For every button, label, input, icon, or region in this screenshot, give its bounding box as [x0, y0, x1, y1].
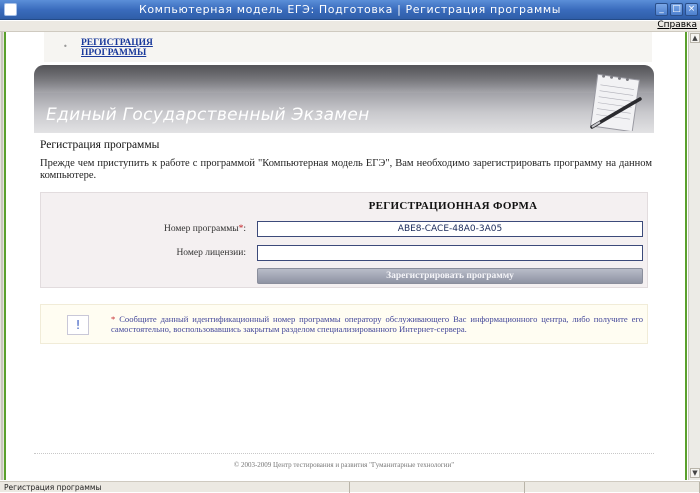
- status-cell-main: Регистрация программы: [0, 482, 350, 493]
- header-banner: Единый Государственный Экзамен: [34, 65, 654, 133]
- page-content: • РЕГИСТРАЦИЯ ПРОГРАММЫ Единый Государст…: [8, 32, 685, 480]
- form-title: РЕГИСТРАЦИОННАЯ ФОРМА: [368, 200, 538, 212]
- notepad-pen-icon: [590, 73, 642, 131]
- footer-divider: [34, 453, 654, 454]
- status-cell-3: [525, 482, 700, 493]
- menu-item-help[interactable]: Справка: [657, 20, 697, 30]
- app-window: Компьютерная модель ЕГЭ: Подготовка | Ре…: [0, 0, 700, 493]
- scroll-up-icon[interactable]: ▲: [690, 33, 700, 43]
- program-number-label: Номер программы*:: [41, 224, 246, 234]
- banner-gloss: [34, 65, 654, 93]
- footer-copyright: © 2003-2009 Центр тестирования и развити…: [233, 461, 455, 469]
- scroll-down-icon[interactable]: ▼: [690, 468, 700, 478]
- bullet-icon: •: [63, 42, 68, 51]
- note-star: *: [111, 314, 116, 324]
- close-button[interactable]: ×: [685, 3, 698, 16]
- license-number-label: Номер лицензии:: [176, 248, 246, 258]
- exclamation-icon: !: [67, 315, 89, 335]
- minimize-button[interactable]: _: [655, 3, 668, 16]
- window-title: Компьютерная модель ЕГЭ: Подготовка | Ре…: [138, 3, 562, 16]
- maximize-button[interactable]: □: [670, 3, 683, 16]
- intro-text: Прежде чем приступить к работе с програм…: [40, 158, 652, 181]
- breadcrumb: • РЕГИСТРАЦИЯ ПРОГРАММЫ: [44, 32, 652, 62]
- title-bar[interactable]: Компьютерная модель ЕГЭ: Подготовка | Ре…: [0, 0, 700, 20]
- note-text-block: * Сообщите данный идентификационный номе…: [111, 314, 643, 334]
- vertical-scrollbar[interactable]: ▲ ▼: [688, 32, 700, 480]
- left-frame-stripe: [1, 32, 3, 480]
- note-text: Сообщите данный идентификационный номер …: [111, 314, 643, 334]
- status-text: Регистрация программы: [4, 483, 102, 492]
- menu-bar: Справка: [0, 20, 700, 32]
- license-number-input[interactable]: [257, 245, 643, 261]
- status-cell-2: [350, 482, 525, 493]
- breadcrumb-link-registration[interactable]: РЕГИСТРАЦИЯ ПРОГРАММЫ: [81, 38, 171, 58]
- info-note: ! * Сообщите данный идентификационный но…: [40, 304, 648, 344]
- registration-form: РЕГИСТРАЦИОННАЯ ФОРМА Номер программы*: …: [40, 192, 648, 288]
- right-frame-accent: [685, 32, 687, 480]
- program-number-field[interactable]: ABE8-CACE-48A0-3A05: [257, 221, 643, 237]
- register-program-button[interactable]: Зарегистрировать программу: [257, 268, 643, 284]
- status-bar: Регистрация программы: [0, 481, 700, 493]
- label-colon: :: [243, 224, 246, 234]
- banner-headline: Единый Государственный Экзамен: [46, 105, 370, 125]
- left-frame: [0, 32, 6, 480]
- page-title: Регистрация программы: [40, 139, 160, 151]
- program-number-label-text: Номер программы: [163, 224, 239, 234]
